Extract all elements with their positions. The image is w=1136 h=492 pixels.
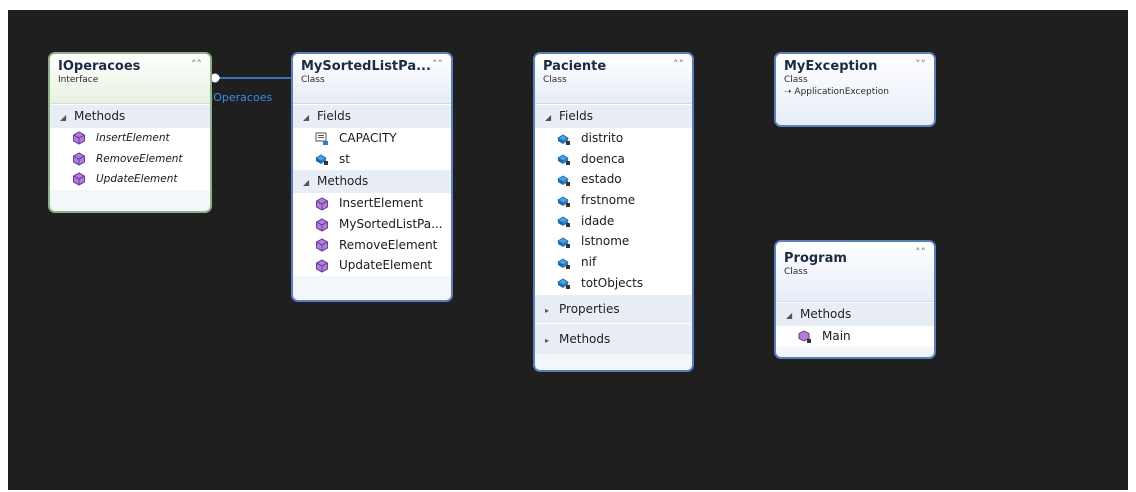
- chevron-up-icon[interactable]: ˄˄: [673, 58, 684, 71]
- base-class: ➝ ApplicationException: [784, 87, 889, 97]
- collapsed-triangle-icon: ▸: [545, 305, 550, 315]
- type-kind: Class: [784, 75, 808, 85]
- field-member[interactable]: nif: [535, 252, 692, 273]
- method-cube-icon: [316, 217, 328, 232]
- type-name: MyException: [784, 59, 878, 74]
- field-member[interactable]: st: [293, 148, 451, 170]
- expanded-triangle-icon: ◢: [786, 311, 793, 320]
- field-member[interactable]: totObjects: [535, 272, 692, 294]
- methods-section-header[interactable]: ◢ Methods: [50, 104, 210, 128]
- methods-section-header[interactable]: ◢ Methods: [776, 302, 934, 326]
- expanded-triangle-icon: ◢: [303, 178, 310, 188]
- field-member[interactable]: estado: [535, 169, 692, 191]
- method-cube-icon: [73, 152, 85, 166]
- method-member[interactable]: RemoveElement: [50, 148, 210, 170]
- method-member[interactable]: InsertElement: [50, 128, 210, 149]
- inherits-arrow-icon: ➝: [784, 87, 795, 97]
- private-field-icon: [557, 237, 570, 248]
- method-member[interactable]: UpdateElement: [293, 255, 451, 277]
- method-member[interactable]: RemoveElement: [293, 234, 451, 256]
- field-member[interactable]: lstnome: [535, 231, 692, 253]
- type-kind: Class: [301, 75, 325, 85]
- field-member[interactable]: doenca: [535, 148, 692, 170]
- chevron-up-icon[interactable]: ˄˄: [432, 58, 443, 71]
- chevron-up-icon[interactable]: ˄˄: [191, 58, 202, 71]
- expanded-triangle-icon: ◢: [303, 113, 310, 122]
- fields-section-header[interactable]: ◢ Fields: [535, 104, 692, 128]
- field-member[interactable]: frstnome: [535, 190, 692, 211]
- field-member[interactable]: CAPACITY: [293, 128, 451, 149]
- method-cube-icon: [316, 238, 328, 252]
- expanded-triangle-icon: ◢: [545, 113, 552, 122]
- private-field-icon: [557, 196, 570, 207]
- private-field-icon: [557, 175, 570, 186]
- field-member[interactable]: distrito: [535, 128, 692, 149]
- method-member[interactable]: MySortedListPa...: [293, 214, 451, 235]
- expanded-triangle-icon: ◢: [60, 113, 67, 122]
- private-field-icon: [557, 216, 570, 228]
- paciente-header[interactable]: Paciente Class ˄˄: [535, 54, 692, 104]
- paciente-box[interactable]: Paciente Class ˄˄ ◢ Fields distrito doenc…: [533, 52, 694, 372]
- method-member[interactable]: UpdateElement: [50, 169, 210, 191]
- program-box[interactable]: Program Class ˄˄ ◢ Methods Main: [774, 240, 936, 359]
- properties-section-header[interactable]: ▸ Properties: [535, 293, 692, 323]
- type-name: MySortedListPa...: [301, 59, 431, 74]
- fields-section-header[interactable]: ◢ Fields: [293, 104, 451, 128]
- type-name: Paciente: [543, 59, 607, 74]
- chevron-down-icon[interactable]: ˅˅: [915, 58, 926, 71]
- type-name: Program: [784, 251, 847, 266]
- method-cube-icon: [73, 131, 85, 145]
- ioperacoes-header[interactable]: IOperacoes Interface ˄˄: [50, 54, 210, 104]
- field-member[interactable]: idade: [535, 210, 692, 232]
- private-field-icon: [315, 154, 328, 166]
- ioperacoes-box[interactable]: IOperacoes Interface ˄˄ ◢ Methods InsertE…: [48, 52, 212, 213]
- private-field-icon: [557, 278, 570, 290]
- mysortedlist-box[interactable]: MySortedListPa... Class ˄˄ ◢ Fields CAPAC…: [291, 52, 453, 302]
- method-member[interactable]: InsertElement: [293, 193, 451, 215]
- method-cube-icon: [316, 197, 328, 211]
- type-name: IOperacoes: [58, 59, 141, 74]
- method-cube-icon: [316, 259, 328, 273]
- methods-section-header[interactable]: ◢ Methods: [293, 169, 451, 194]
- collapsed-triangle-icon: ▸: [545, 335, 550, 345]
- private-field-icon: [557, 134, 570, 145]
- diagram-canvas: IOperacoes IOperacoes Interface ˄˄ ◢ Meth…: [8, 10, 1128, 490]
- myexception-box[interactable]: MyException Class ➝ ApplicationException…: [774, 52, 936, 127]
- type-kind: Class: [543, 75, 567, 85]
- method-cube-icon: [73, 172, 85, 186]
- myexception-header[interactable]: MyException Class ➝ ApplicationException…: [776, 54, 934, 125]
- methods-section-header[interactable]: ▸ Methods: [535, 322, 692, 354]
- program-header[interactable]: Program Class ˄˄: [776, 242, 934, 302]
- chevron-up-icon[interactable]: ˄˄: [915, 246, 926, 259]
- private-method-icon: [798, 329, 811, 343]
- method-member[interactable]: Main: [776, 326, 934, 347]
- type-kind: Interface: [58, 75, 99, 85]
- constant-icon: [315, 132, 328, 145]
- private-field-icon: [557, 258, 570, 269]
- private-field-icon: [557, 154, 570, 166]
- mysortedlist-header[interactable]: MySortedListPa... Class ˄˄: [293, 54, 451, 104]
- interface-connector-label: IOperacoes: [210, 91, 273, 104]
- type-kind: Class: [784, 267, 808, 277]
